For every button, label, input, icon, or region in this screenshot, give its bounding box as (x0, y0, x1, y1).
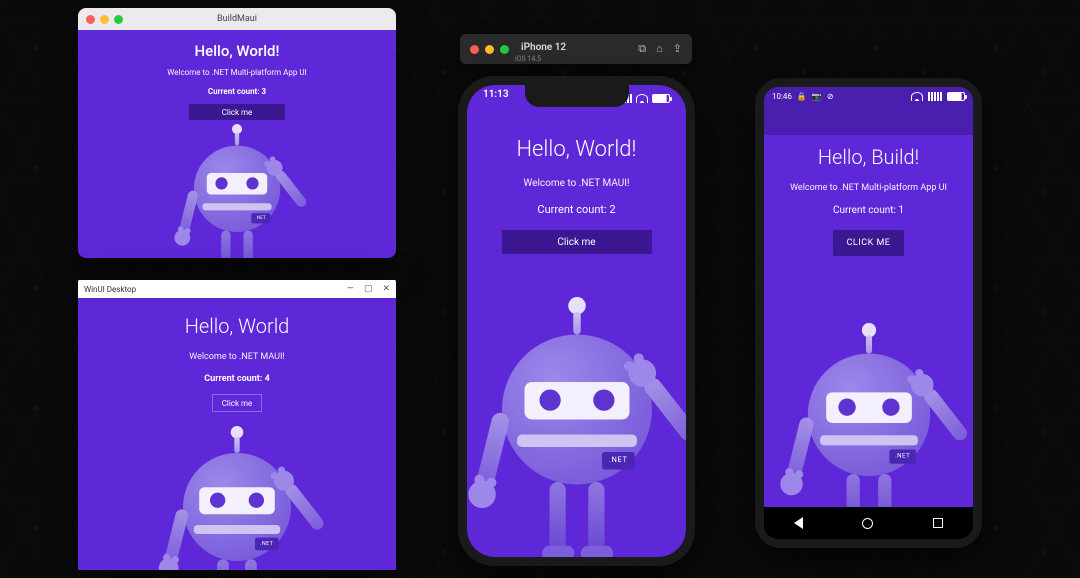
hello-heading: Hello, World (185, 314, 290, 338)
simulator-os-version: iOS 14.5 (515, 55, 566, 63)
windows-window: WinUI Desktop — ▢ ✕ Hello, World Welcome… (78, 280, 396, 570)
android-home-icon[interactable] (862, 518, 873, 529)
close-icon[interactable]: ✕ (382, 284, 390, 294)
count-label: Current count: 4 (204, 374, 269, 384)
minimize-icon[interactable]: — (347, 284, 354, 294)
battery-icon (652, 94, 670, 103)
iphone-notch (525, 85, 629, 107)
signal-icon (928, 92, 942, 101)
macos-titlebar[interactable]: BuildMaui (78, 8, 396, 30)
windows-window-title: WinUI Desktop (84, 285, 136, 294)
traffic-light-zoom-icon[interactable] (500, 45, 509, 54)
click-me-button[interactable]: Click me (212, 394, 262, 412)
hello-heading: Hello, World! (516, 137, 636, 162)
simulator-device-name: iPhone 12 (521, 42, 566, 53)
welcome-text: Welcome to .NET Multi-platform App UI (167, 68, 306, 77)
ios-app-surface: Hello, World! Welcome to .NET MAUI! Curr… (467, 85, 686, 557)
macos-window-title: BuildMaui (78, 14, 396, 24)
macos-window: BuildMaui Hello, World! Welcome to .NET … (78, 8, 396, 258)
bot-badge: .NET (602, 452, 635, 470)
home-icon[interactable]: ⌂ (656, 42, 663, 56)
dotnet-bot-mascot-icon: .NET (807, 323, 929, 476)
traffic-light-close-icon[interactable] (470, 45, 479, 54)
android-status-bar: 10:46 🔒 📷 ⊘ (764, 87, 973, 105)
android-recents-icon[interactable] (933, 518, 943, 528)
click-me-button[interactable]: Click me (189, 104, 285, 120)
bot-badge: .NET (889, 449, 916, 463)
share-icon[interactable]: ⇪ (673, 42, 682, 56)
android-app-surface: Hello, Build! Welcome to .NET Multi-plat… (764, 135, 973, 507)
windows-app-surface: Hello, World Welcome to .NET MAUI! Curre… (78, 298, 396, 570)
iphone-device-frame: 11:13 Hello, World! Welcome to .NET MAUI… (458, 76, 695, 566)
android-device-frame: 10:46 🔒 📷 ⊘ Hello, Build! Welcome to .NE… (755, 78, 982, 548)
dotnet-bot-mascot-icon: .NET (194, 124, 280, 232)
camera-icon: 📷 (812, 92, 822, 101)
dotnet-bot-mascot-icon: .NET (183, 426, 291, 561)
dotnet-bot-mascot-icon: .NET (502, 297, 652, 485)
wifi-icon (636, 94, 648, 103)
windows-titlebar[interactable]: WinUI Desktop — ▢ ✕ (78, 280, 396, 298)
ios-simulator-titlebar[interactable]: iPhone 12 iOS 14.5 ⧉ ⌂ ⇪ (460, 34, 692, 64)
screenshot-icon[interactable]: ⧉ (638, 42, 646, 56)
lock-icon: 🔒 (797, 92, 807, 101)
battery-icon (947, 92, 965, 101)
count-label: Current count: 3 (208, 87, 266, 96)
hello-heading: Hello, Build! (818, 145, 919, 169)
ios-time: 11:13 (483, 89, 509, 107)
dnd-icon: ⊘ (827, 92, 834, 101)
android-time: 10:46 (772, 92, 792, 101)
maximize-icon[interactable]: ▢ (364, 284, 373, 294)
android-back-icon[interactable] (794, 517, 803, 529)
macos-app-surface: Hello, World! Welcome to .NET Multi-plat… (78, 30, 396, 258)
android-action-bar (764, 105, 973, 135)
bot-badge: .NET (255, 538, 278, 551)
traffic-light-minimize-icon[interactable] (485, 45, 494, 54)
android-nav-bar (764, 507, 973, 539)
hello-heading: Hello, World! (195, 42, 280, 60)
count-label: Current count: 2 (537, 203, 615, 216)
count-label: Current count: 1 (833, 205, 904, 216)
bot-badge: .NET (251, 213, 270, 223)
welcome-text: Welcome to .NET MAUI! (189, 352, 285, 362)
click-me-button[interactable]: CLICK ME (833, 230, 905, 256)
wifi-icon (911, 92, 923, 101)
click-me-button[interactable]: Click me (502, 230, 652, 254)
welcome-text: Welcome to .NET Multi-platform App UI (790, 183, 947, 193)
welcome-text: Welcome to .NET MAUI! (523, 178, 629, 189)
